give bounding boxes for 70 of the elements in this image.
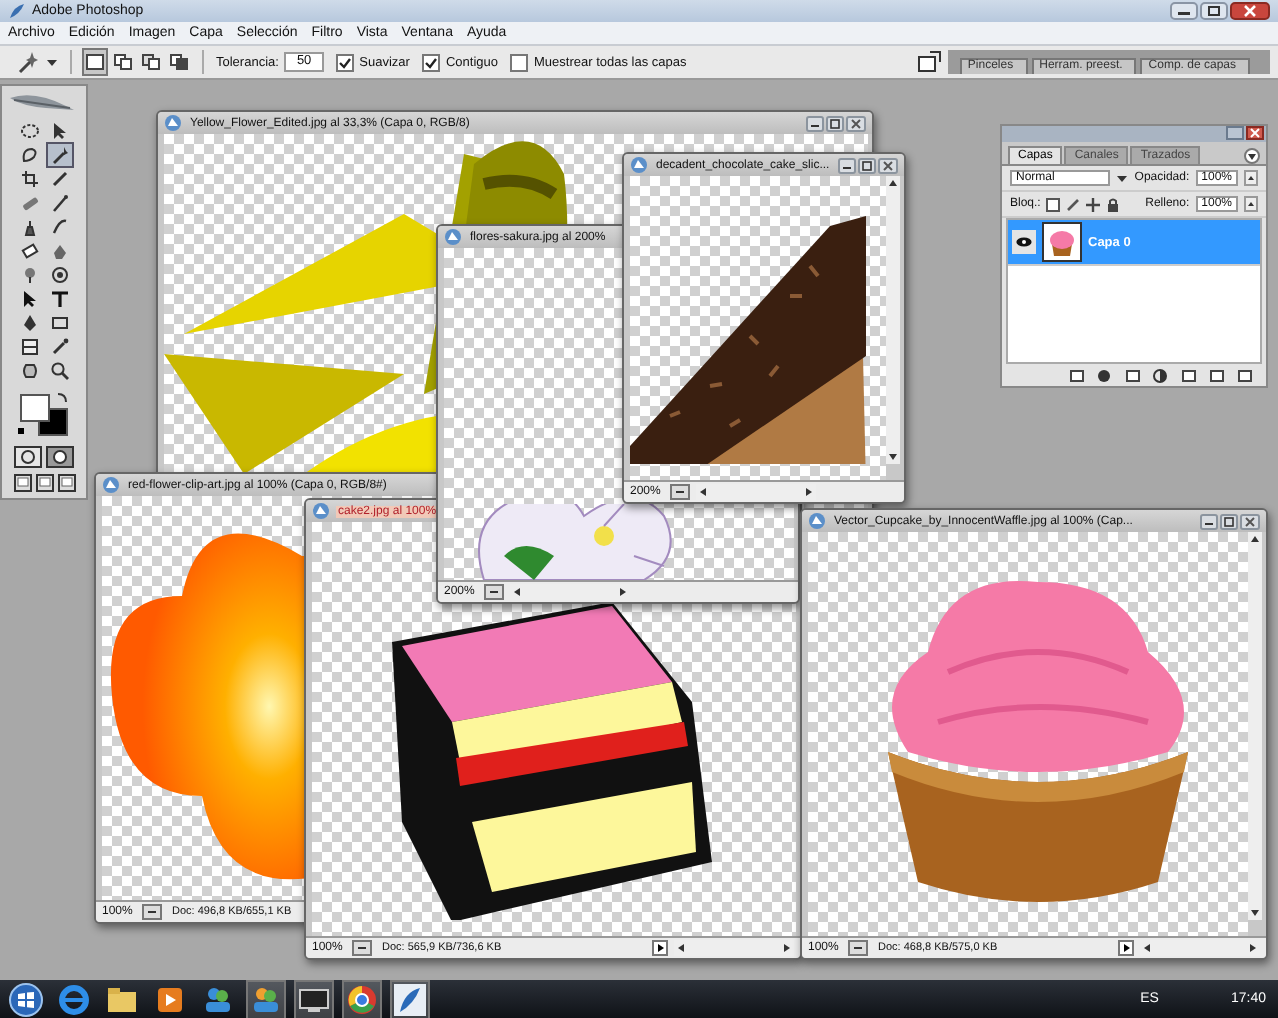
panel-menu-icon[interactable]: [1244, 148, 1260, 164]
brush-icon[interactable]: [47, 192, 71, 214]
slice-icon[interactable]: [47, 168, 71, 190]
close-icon[interactable]: [846, 115, 866, 131]
start-orb-icon[interactable]: [8, 981, 44, 1017]
restore-icon[interactable]: [1200, 2, 1228, 20]
new-selection-icon[interactable]: [84, 50, 106, 74]
close-icon[interactable]: [1246, 126, 1264, 140]
type-icon[interactable]: [47, 288, 71, 310]
minimize-icon[interactable]: [838, 157, 856, 173]
lasso-icon[interactable]: [17, 144, 41, 166]
status-icon[interactable]: [848, 940, 868, 956]
lock-icon[interactable]: [1106, 197, 1121, 211]
menu-arrow-icon[interactable]: [652, 940, 668, 956]
checkbox[interactable]: [421, 53, 440, 71]
dodge-icon[interactable]: [47, 264, 71, 286]
minimize-icon[interactable]: [1200, 513, 1218, 529]
caret-icon[interactable]: [1116, 172, 1128, 184]
status-icon[interactable]: [352, 940, 372, 956]
minimize-icon[interactable]: [1170, 2, 1198, 20]
new-layer-icon[interactable]: [1208, 367, 1226, 383]
hand-icon[interactable]: [17, 360, 41, 382]
menu-arrow-icon[interactable]: [1118, 940, 1134, 956]
history-brush-icon[interactable]: [47, 216, 71, 238]
browser-e-icon[interactable]: [56, 981, 92, 1017]
intersect-selection-icon[interactable]: [168, 50, 190, 74]
adjustment-icon[interactable]: [1152, 367, 1170, 383]
people-icon[interactable]: [248, 981, 284, 1017]
magic-wand-icon[interactable]: [16, 50, 40, 74]
stepper-icon[interactable]: [1244, 170, 1258, 186]
notes-icon[interactable]: [17, 336, 41, 358]
vertical-scrollbar[interactable]: [886, 176, 900, 464]
vertical-scrollbar[interactable]: [1248, 532, 1262, 920]
move-icon[interactable]: [1086, 197, 1101, 211]
magic-wand-icon[interactable]: [47, 144, 71, 166]
horizontal-scrollbar[interactable]: [1140, 940, 1260, 956]
chrome-icon[interactable]: [344, 981, 380, 1017]
close-icon[interactable]: [878, 157, 898, 173]
crop-icon[interactable]: [17, 168, 41, 190]
maximize-icon[interactable]: [1220, 513, 1238, 529]
eyedropper-icon[interactable]: [47, 336, 71, 358]
status-icon[interactable]: [142, 904, 162, 920]
maximize-icon[interactable]: [826, 115, 844, 131]
ellipse-marquee-icon[interactable]: [17, 120, 41, 142]
status-icon[interactable]: [670, 484, 690, 500]
checkbox[interactable]: [510, 53, 528, 71]
rectangle-icon[interactable]: [47, 312, 71, 334]
monitor-icon[interactable]: [296, 981, 332, 1017]
color-swatches-icon[interactable]: [14, 388, 74, 440]
feather-icon[interactable]: [392, 981, 428, 1017]
minimize-icon[interactable]: [806, 115, 824, 131]
checkmark-icon: [423, 55, 438, 69]
standard-mode-icon[interactable]: [14, 446, 42, 468]
maximize-icon[interactable]: [858, 157, 876, 173]
eye-icon[interactable]: [1016, 236, 1032, 248]
checkbox[interactable]: [335, 53, 354, 71]
zoom-icon[interactable]: [47, 360, 71, 382]
quick-mask-icon[interactable]: [46, 446, 74, 468]
checkmark-icon: [337, 55, 352, 69]
horizontal-scrollbar[interactable]: [674, 940, 794, 956]
palette-well-icon[interactable]: [915, 50, 942, 74]
brush-icon[interactable]: [1066, 197, 1081, 211]
stepper-icon[interactable]: [1244, 196, 1258, 212]
feather-icon: [8, 2, 26, 20]
lock-transparent-icon[interactable]: [1046, 197, 1061, 211]
close-icon[interactable]: [1240, 513, 1260, 529]
subtract-selection-icon[interactable]: [140, 50, 162, 74]
close-icon[interactable]: [1230, 2, 1270, 20]
status-icon[interactable]: [484, 584, 504, 600]
add-selection-icon[interactable]: [112, 50, 134, 74]
